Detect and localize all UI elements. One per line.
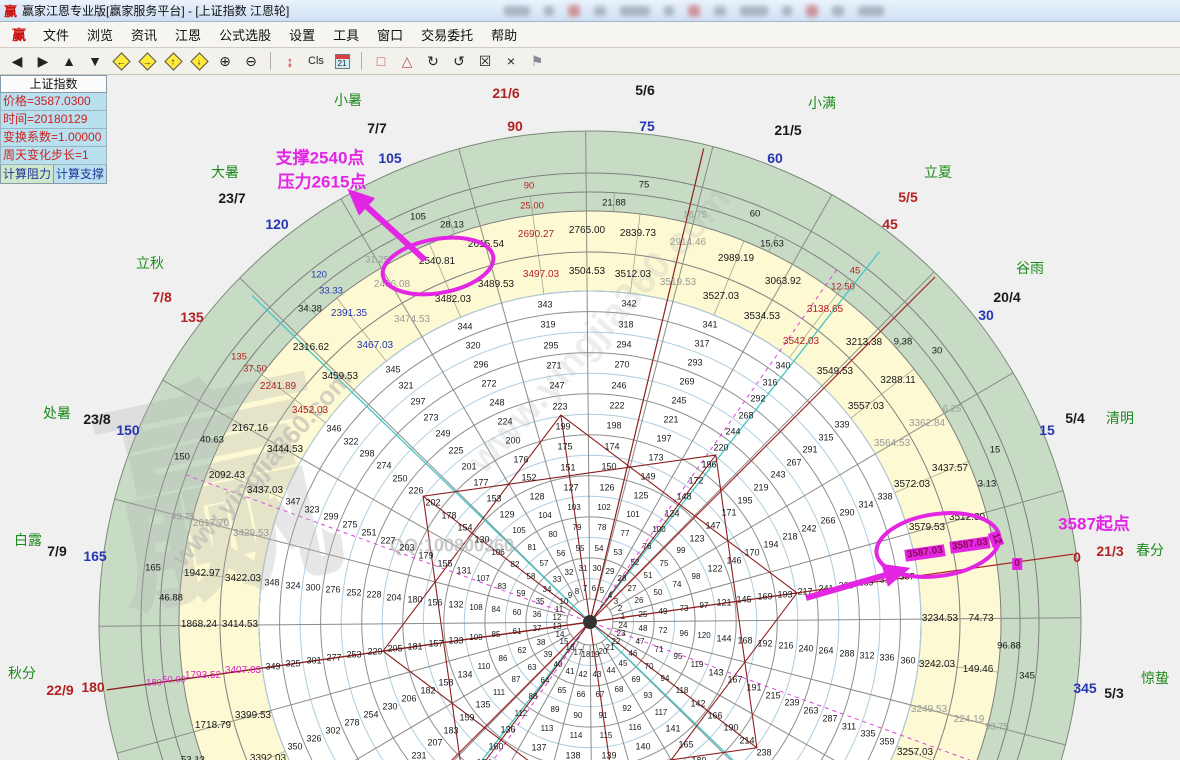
rotate-ccw-icon[interactable]: ↺ xyxy=(447,50,471,72)
menu-item-tools[interactable]: 工具 xyxy=(324,22,368,47)
panel-title: 上证指数 xyxy=(0,75,107,93)
menu-logo-icon: 赢 xyxy=(4,25,34,45)
calendar-icon[interactable]: 21 xyxy=(330,50,354,72)
updown-icon[interactable]: ↨ xyxy=(278,50,302,72)
window-title: 赢家江恩专业版[赢家服务平台] - [上证指数 江恩轮] xyxy=(22,2,289,19)
menu-item-help[interactable]: 帮助 xyxy=(482,22,526,47)
menu-item-trade-entrust[interactable]: 交易委托 xyxy=(412,22,482,47)
gann-wheel-chart[interactable]: 赢www.yingjia360.comwww.yingjia360.comQQ:… xyxy=(0,75,1180,760)
move-right-icon[interactable]: → xyxy=(135,50,159,72)
toolbar-separator xyxy=(270,52,271,70)
menu-item-window[interactable]: 窗口 xyxy=(368,22,412,47)
panel-coef-row: 变换系数=1.00000 xyxy=(0,129,107,147)
panel-step-row: 周天变化步长=1 xyxy=(0,147,107,165)
menubar: 赢 文件浏览资讯江恩公式选股设置工具窗口交易委托帮助 xyxy=(0,22,1180,48)
zoom-in-icon[interactable]: ⊕ xyxy=(213,50,237,72)
gann-wheel-canvas xyxy=(0,75,1180,760)
forward-icon[interactable]: ▶ xyxy=(31,50,55,72)
menu-item-formula-stock-pick[interactable]: 公式选股 xyxy=(210,22,280,47)
rotate-cw-icon[interactable]: ↻ xyxy=(421,50,445,72)
app-window: 赢 赢家江恩专业版[赢家服务平台] - [上证指数 江恩轮] 赢 文件浏览资讯江… xyxy=(0,0,1180,760)
calc-support-button[interactable]: 计算支撑 xyxy=(53,165,107,184)
triangle-tool-icon[interactable]: △ xyxy=(395,50,419,72)
center-cross-icon[interactable]: × xyxy=(499,50,523,72)
menu-item-gann[interactable]: 江恩 xyxy=(166,22,210,47)
stock-info-panel: 上证指数 价格=3587.0300 时间=20180129 变换系数=1.000… xyxy=(0,75,107,184)
app-logo-icon: 赢 xyxy=(4,1,17,20)
panel-price-row: 价格=3587.0300 xyxy=(0,93,107,111)
move-up-icon[interactable]: ↑ xyxy=(161,50,185,72)
square-tool-icon[interactable]: □ xyxy=(369,50,393,72)
menu-item-browse[interactable]: 浏览 xyxy=(78,22,122,47)
cursor-up-icon[interactable]: ▲ xyxy=(57,50,81,72)
box-x-icon[interactable]: ☒ xyxy=(473,50,497,72)
cursor-down-icon[interactable]: ▼ xyxy=(83,50,107,72)
flag-icon[interactable]: ⚑ xyxy=(525,50,549,72)
titlebar-blurred-region xyxy=(490,0,1180,22)
move-left-icon[interactable]: ← xyxy=(109,50,133,72)
calc-resistance-button[interactable]: 计算阻力 xyxy=(0,165,53,184)
panel-time-row: 时间=20180129 xyxy=(0,111,107,129)
move-down-icon[interactable]: ↓ xyxy=(187,50,211,72)
menu-item-settings[interactable]: 设置 xyxy=(280,22,324,47)
menu-item-file[interactable]: 文件 xyxy=(34,22,78,47)
back-icon[interactable]: ◀ xyxy=(5,50,29,72)
toolbar-separator xyxy=(361,52,362,70)
menu-item-news[interactable]: 资讯 xyxy=(122,22,166,47)
toolbar: ◀▶▲▼←→↑↓⊕⊖ ↨Cls21 □△↻↺☒×⚑ xyxy=(0,48,1180,75)
cls-button[interactable]: Cls xyxy=(304,50,328,72)
zoom-out-icon[interactable]: ⊖ xyxy=(239,50,263,72)
titlebar: 赢 赢家江恩专业版[赢家服务平台] - [上证指数 江恩轮] xyxy=(0,0,1180,22)
